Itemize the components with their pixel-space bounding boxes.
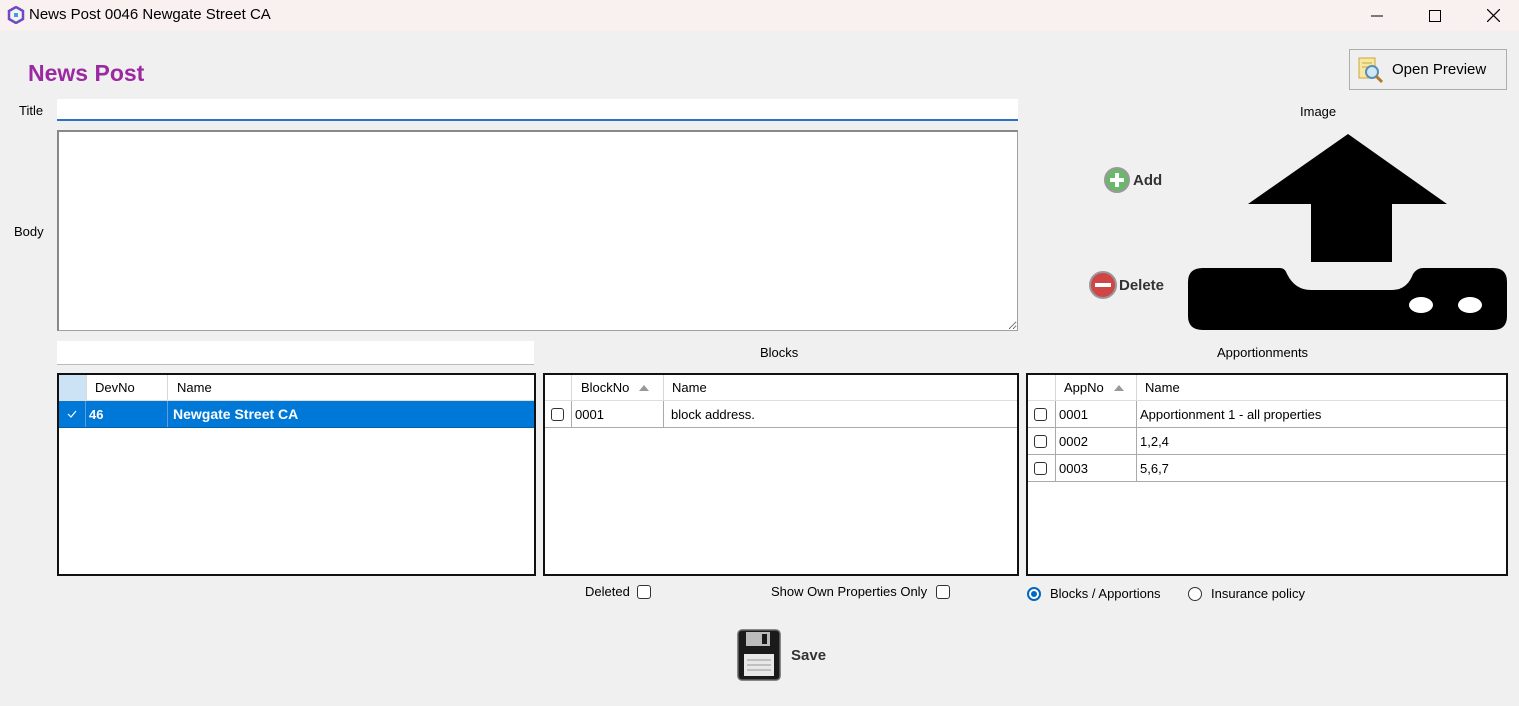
show-own-properties-checkbox[interactable]: Show Own Properties Only	[771, 584, 951, 599]
blocks-grid-header: BlockNo Name	[545, 375, 1017, 401]
title-label: Title	[19, 103, 44, 118]
row-checkbox[interactable]	[1034, 401, 1047, 427]
minimize-button[interactable]	[1348, 0, 1406, 31]
row-checkbox[interactable]	[551, 401, 564, 427]
body-label: Body	[14, 224, 44, 239]
show-own-checkbox-box	[936, 584, 951, 599]
upload-image-icon	[1188, 134, 1507, 330]
insurance-policy-label: Insurance policy	[1211, 586, 1305, 601]
checkmark-icon	[67, 410, 77, 418]
developments-grid: DevNo Name 46 Newgate Street CA	[57, 373, 536, 576]
apportionments-grid-header: AppNo Name	[1028, 375, 1506, 401]
column-header-name[interactable]: Name	[672, 375, 707, 400]
blocks-grid: BlockNo Name 0001 block address.	[543, 373, 1019, 576]
radio-unselected-indicator	[1188, 586, 1202, 601]
checkbox-box	[1034, 407, 1047, 421]
appno-cell: 0002	[1059, 433, 1088, 449]
select-all-cell[interactable]	[59, 375, 86, 400]
name-cell: block address.	[671, 406, 755, 422]
checkbox-box	[1034, 461, 1047, 475]
deleted-label: Deleted	[585, 584, 630, 599]
appno-header-label: AppNo	[1064, 380, 1104, 395]
blocks-label: Blocks	[760, 345, 799, 360]
table-row[interactable]: 0001 block address.	[545, 401, 1017, 428]
name-cell: 5,6,7	[1140, 460, 1169, 476]
row-checkbox[interactable]	[1034, 455, 1047, 481]
checkbox-box	[1034, 434, 1047, 448]
apportionments-grid: AppNo Name 0001 Apportionment 1 - all pr…	[1026, 373, 1508, 576]
name-cell: 1,2,4	[1140, 433, 1169, 449]
developments-grid-header: DevNo Name	[59, 375, 534, 401]
blocks-apportions-radio[interactable]: Blocks / Apportions	[1027, 586, 1161, 601]
checkbox-box	[551, 407, 564, 421]
row-checkbox[interactable]	[1034, 428, 1047, 454]
column-header-appno[interactable]: AppNo	[1064, 375, 1124, 400]
preview-icon	[1358, 57, 1384, 83]
title-input[interactable]	[57, 99, 1018, 121]
save-button[interactable]: Save	[736, 628, 826, 682]
blockno-cell: 0001	[575, 406, 604, 422]
deleted-checkbox-box	[636, 584, 651, 599]
add-image-button[interactable]: Add	[1103, 166, 1162, 194]
add-icon	[1104, 167, 1130, 193]
row-selected-indicator[interactable]	[59, 401, 86, 427]
close-icon	[1486, 9, 1500, 22]
table-row[interactable]: 0001 Apportionment 1 - all properties	[1028, 401, 1506, 428]
sort-ascending-icon	[1113, 384, 1124, 391]
table-row[interactable]: 0002 1,2,4	[1028, 428, 1506, 455]
add-label: Add	[1133, 171, 1163, 189]
table-row[interactable]: 46 Newgate Street CA	[59, 401, 534, 428]
open-preview-button[interactable]: Open Preview	[1349, 49, 1507, 90]
development-search-input[interactable]	[57, 341, 534, 365]
image-label: Image	[1300, 104, 1337, 119]
sort-ascending-icon	[639, 384, 650, 391]
delete-label: Delete	[1119, 276, 1165, 294]
app-icon	[7, 6, 25, 24]
floppy-disk-icon	[737, 629, 781, 681]
maximize-button[interactable]	[1406, 0, 1464, 31]
delete-image-button[interactable]: Delete	[1088, 270, 1164, 300]
column-header-name[interactable]: Name	[177, 375, 212, 400]
radio-selected-indicator	[1027, 586, 1041, 601]
show-own-properties-label: Show Own Properties Only	[771, 584, 928, 599]
appno-cell: 0003	[1059, 460, 1088, 476]
delete-icon	[1089, 271, 1117, 299]
column-header-devno[interactable]: DevNo	[95, 375, 135, 400]
appno-cell: 0001	[1059, 406, 1088, 422]
table-row[interactable]: 0003 5,6,7	[1028, 455, 1506, 482]
insurance-policy-radio[interactable]: Insurance policy	[1188, 586, 1305, 601]
minimize-icon	[1371, 15, 1383, 16]
close-button[interactable]	[1464, 0, 1519, 31]
name-cell: Apportionment 1 - all properties	[1140, 406, 1322, 422]
blockno-header-label: BlockNo	[581, 380, 630, 395]
column-header-name[interactable]: Name	[1145, 375, 1180, 400]
blocks-apportions-label: Blocks / Apportions	[1050, 586, 1161, 601]
deleted-checkbox[interactable]: Deleted	[585, 584, 651, 599]
window-title: News Post 0046 Newgate Street CA	[29, 6, 271, 23]
save-label: Save	[791, 646, 827, 664]
apportionments-label: Apportionments	[1217, 345, 1309, 360]
name-cell: Newgate Street CA	[173, 406, 299, 422]
page-title: News Post	[28, 60, 145, 86]
devno-cell: 46	[89, 406, 104, 422]
maximize-icon	[1429, 9, 1441, 22]
column-header-blockno[interactable]: BlockNo	[581, 375, 650, 400]
body-textarea[interactable]	[57, 130, 1018, 331]
open-preview-label: Open Preview	[1392, 61, 1487, 78]
